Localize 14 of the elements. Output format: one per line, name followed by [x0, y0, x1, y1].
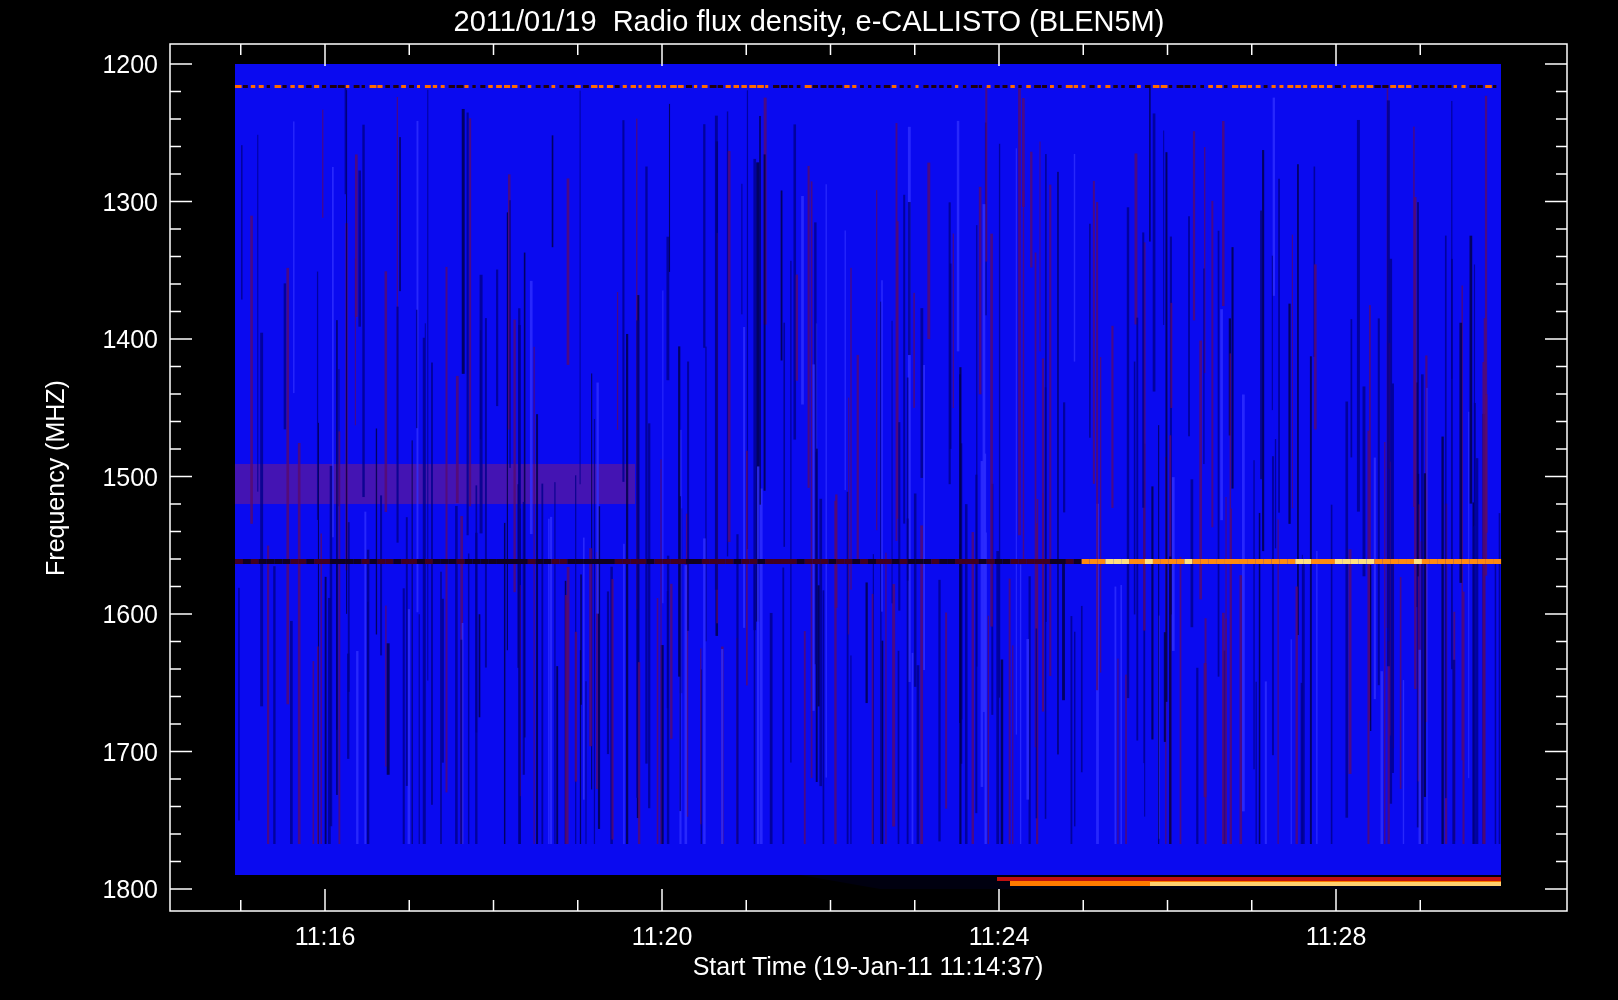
- y-tick-label: 1400: [102, 325, 158, 353]
- y-axis-label: Frequency (MHZ): [41, 380, 69, 576]
- y-tick-label: 1600: [102, 600, 158, 628]
- chart-title: 2011/01/19 Radio flux density, e-CALLISTO (BLEN5M): [453, 5, 1165, 37]
- x-tick-label: 11:20: [631, 922, 693, 950]
- y-tick-label: 1700: [102, 737, 158, 766]
- x-tick-label: 11:24: [968, 922, 1030, 950]
- y-tick-label: 1300: [102, 187, 158, 216]
- x-tick-label: 11:28: [1305, 922, 1367, 950]
- x-tick-label: 11:16: [294, 922, 356, 950]
- y-tick-label: 1800: [102, 875, 158, 903]
- y-tick-label: 1500: [102, 462, 158, 491]
- x-axis-label: Start Time (19-Jan-11 11:14:37): [692, 952, 1044, 980]
- y-tick-label: 1200: [102, 50, 158, 78]
